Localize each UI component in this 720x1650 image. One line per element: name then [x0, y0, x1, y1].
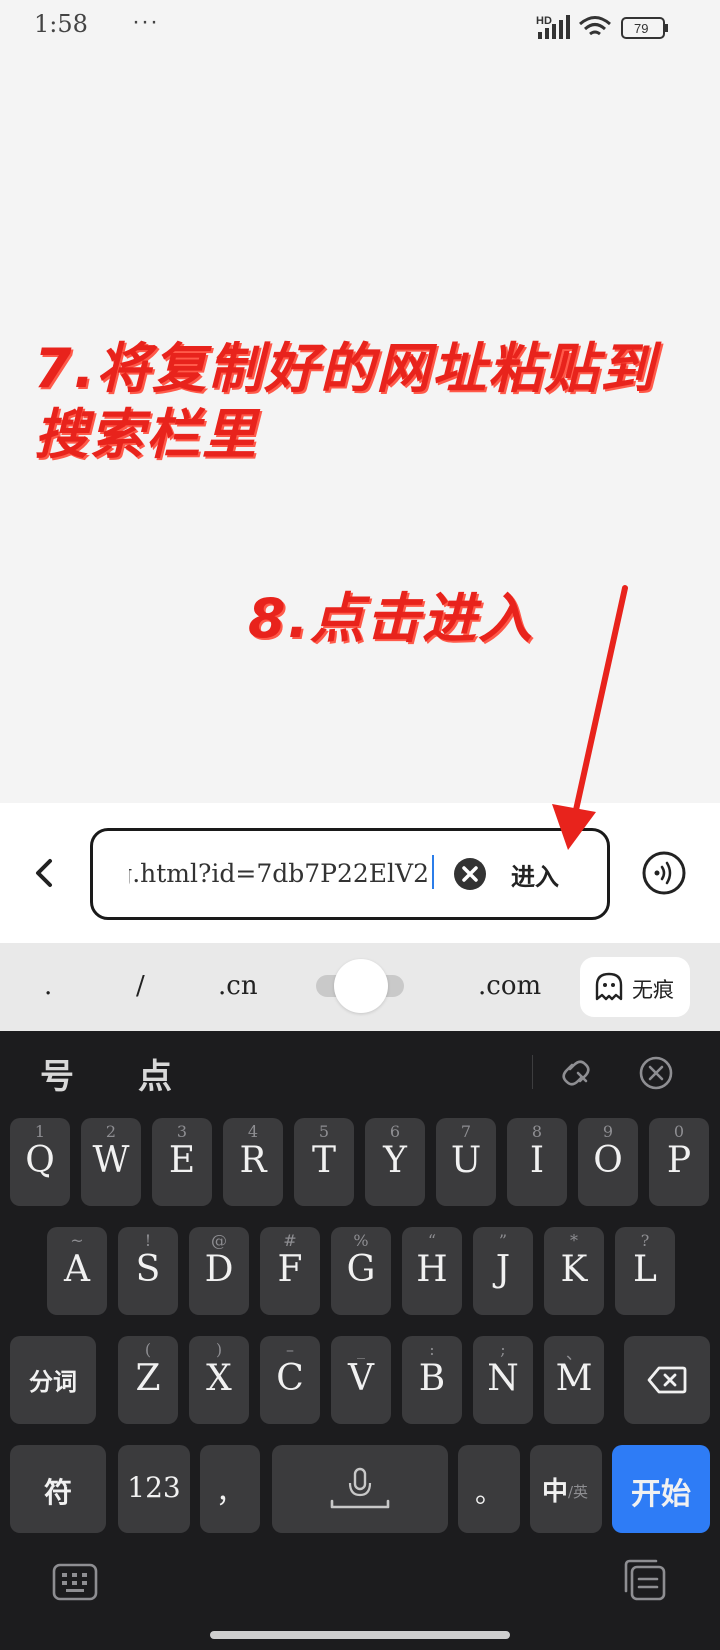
key-c[interactable]: – C [260, 1336, 320, 1424]
key-j[interactable]: ” J [473, 1227, 533, 1315]
status-icons: HD 79 [536, 15, 668, 39]
status-bar: 1:58 ··· HD 79 [0, 0, 720, 56]
period-key[interactable]: 。 [458, 1445, 520, 1533]
key-s[interactable]: ! S [118, 1227, 178, 1315]
toggle-knob[interactable] [334, 959, 388, 1013]
key-i[interactable]: 8I [507, 1118, 567, 1206]
toolbar-divider [532, 1055, 533, 1089]
key-l[interactable]: ? L [615, 1227, 675, 1315]
key-t[interactable]: 5T [294, 1118, 354, 1206]
fenci-key[interactable]: 分词 [10, 1336, 96, 1424]
suggestion-slash[interactable]: / [136, 971, 145, 1001]
key-m[interactable]: 、 M [544, 1336, 604, 1424]
clipboard-icon[interactable] [622, 1557, 668, 1603]
key-g[interactable]: % G [331, 1227, 391, 1315]
status-time: 1:58 [34, 10, 88, 38]
key-n[interactable]: ; N [473, 1336, 533, 1424]
close-keyboard-icon[interactable] [634, 1051, 678, 1095]
space-key[interactable] [272, 1445, 448, 1533]
start-key[interactable]: 开始 [612, 1445, 710, 1533]
key-e[interactable]: 3E [152, 1118, 212, 1206]
url-suggestion-bar: . / .cn .com 无痕 [0, 943, 720, 1031]
status-overflow: ··· [132, 8, 159, 35]
wifi-icon [579, 16, 611, 36]
key-p[interactable]: 0P [649, 1118, 709, 1206]
key-o[interactable]: 9O [578, 1118, 638, 1206]
back-icon[interactable] [30, 853, 60, 893]
enter-button[interactable]: 进入 [511, 857, 559, 892]
key-f[interactable]: # F [260, 1227, 320, 1315]
key-k[interactable]: * K [544, 1227, 604, 1315]
comma-key[interactable]: ， [200, 1445, 260, 1533]
key-r[interactable]: 4R [223, 1118, 283, 1206]
url-search-box[interactable]: g.html?id=7db7P22ElV2 进入 [90, 828, 610, 920]
keyboard-switch-icon[interactable] [52, 1563, 98, 1603]
toolbar-dian[interactable]: 点 [138, 1049, 172, 1098]
home-indicator[interactable] [210, 1631, 510, 1639]
microphone-icon [330, 1467, 390, 1509]
battery-level: 79 [634, 21, 648, 36]
backspace-key[interactable] [624, 1336, 710, 1424]
key-w[interactable]: 2W [81, 1118, 141, 1206]
key-z[interactable]: (Z [118, 1336, 178, 1424]
key-q[interactable]: 1Q [10, 1118, 70, 1206]
incognito-button[interactable]: 无痕 [580, 957, 690, 1017]
key-a[interactable]: ~ A [47, 1227, 107, 1315]
key-b[interactable]: :B [402, 1336, 462, 1424]
key-d[interactable]: @ D [189, 1227, 249, 1315]
language-switch-key[interactable]: 中 /英 [530, 1445, 602, 1533]
key-x[interactable]: ) X [189, 1336, 249, 1424]
search-area: g.html?id=7db7P22ElV2 进入 [0, 803, 720, 943]
backspace-icon [647, 1366, 687, 1394]
numbers-key[interactable]: 123 [118, 1445, 190, 1533]
incognito-label: 无痕 [632, 978, 674, 1002]
symbols-key[interactable]: 符 [10, 1445, 106, 1533]
annotation-step8: 8.点击进入 [248, 587, 535, 650]
suggestion-com[interactable]: .com [478, 971, 541, 1001]
hd-label: HD [536, 15, 552, 27]
toolbar-hao[interactable]: 号 [40, 1049, 74, 1098]
ghost-icon [595, 972, 623, 1001]
battery-icon: 79 [621, 17, 668, 39]
soft-keyboard: 号 点 1Q 2W 3E 4R 5T 6Y 7U 8I 9O 0P ~ A ! S … [0, 1031, 720, 1650]
key-u[interactable]: 7U [436, 1118, 496, 1206]
key-v[interactable]: _ V [331, 1336, 391, 1424]
clipboard-link-icon[interactable] [554, 1051, 598, 1095]
key-y[interactable]: 6Y [365, 1118, 425, 1206]
voice-search-icon[interactable] [642, 851, 686, 895]
clear-icon[interactable] [453, 857, 487, 891]
url-input[interactable]: g.html?id=7db7P22ElV2 [129, 859, 429, 888]
annotation-step7: 7.将复制好的网址粘贴到搜索栏里 [34, 337, 657, 466]
key-h[interactable]: “H [402, 1227, 462, 1315]
suggestion-dot[interactable]: . [44, 971, 52, 1001]
text-caret [432, 855, 434, 889]
suggestion-cn[interactable]: .cn [218, 971, 258, 1001]
